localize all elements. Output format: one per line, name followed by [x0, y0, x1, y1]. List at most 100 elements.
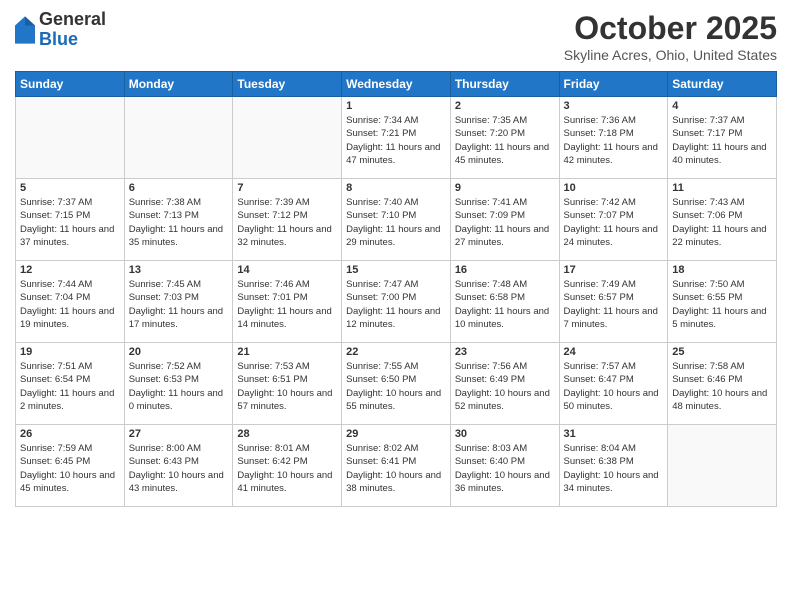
day-info: Sunrise: 7:48 AM Sunset: 6:58 PM Dayligh… [455, 278, 555, 331]
day-cell-2-5: 17Sunrise: 7:49 AM Sunset: 6:57 PM Dayli… [559, 261, 668, 343]
day-cell-2-4: 16 Sunrise: 7:48 AM Sunset: 6:58 PM Dayli… [450, 261, 559, 343]
day-cell-4-4: 30 Sunrise: 8:03 AM Sunset: 6:40 PM Dayli… [450, 425, 559, 507]
day-info: Sunrise: 8:03 AM Sunset: 6:40 PM Dayligh… [455, 442, 555, 495]
day-info: Sunrise: 7:38 AM Sunset: 7:13 PM Dayligh… [129, 196, 229, 249]
calendar-header-row: Sunday Monday Tuesday Wednesday Thursday… [16, 72, 777, 97]
day-number: 26 [20, 428, 120, 440]
day-info: Sunrise: 7:53 AM Sunset: 6:51 PM Dayligh… [237, 360, 337, 413]
day-info: Sunrise: 8:01 AM Sunset: 6:42 PM Dayligh… [237, 442, 337, 495]
day-number: 5 [20, 182, 120, 194]
day-number: 21 [237, 346, 337, 358]
calendar-title: October 2025 [564, 10, 777, 47]
day-number: 24 [564, 346, 664, 358]
col-thursday: Thursday [450, 72, 559, 97]
week-row-0: 1 Sunrise: 7:34 AM Sunset: 7:21 PM Daylig… [16, 97, 777, 179]
day-number: 17 [564, 264, 664, 276]
day-cell-3-2: 21 Sunrise: 7:53 AM Sunset: 6:51 PM Dayli… [233, 343, 342, 425]
day-number: 30 [455, 428, 555, 440]
day-number: 12 [20, 264, 120, 276]
day-info: Sunrise: 7:40 AM Sunset: 7:10 PM Dayligh… [346, 196, 446, 249]
week-row-3: 19 Sunrise: 7:51 AM Sunset: 6:54 PM Dayli… [16, 343, 777, 425]
day-number: 13 [129, 264, 229, 276]
day-cell-3-3: 22 Sunrise: 7:55 AM Sunset: 6:50 PM Dayli… [342, 343, 451, 425]
day-cell-2-6: 18 Sunrise: 7:50 AM Sunset: 6:55 PM Dayli… [668, 261, 777, 343]
day-info: Sunrise: 7:58 AM Sunset: 6:46 PM Dayligh… [672, 360, 772, 413]
day-info: Sunrise: 7:37 AM Sunset: 7:17 PM Dayligh… [672, 114, 772, 167]
day-info: Sunrise: 7:52 AM Sunset: 6:53 PM Dayligh… [129, 360, 229, 413]
day-number: 6 [129, 182, 229, 194]
day-cell-3-0: 19 Sunrise: 7:51 AM Sunset: 6:54 PM Dayli… [16, 343, 125, 425]
day-info: Sunrise: 8:00 AM Sunset: 6:43 PM Dayligh… [129, 442, 229, 495]
col-friday: Friday [559, 72, 668, 97]
logo: General Blue [15, 10, 106, 50]
day-cell-1-0: 5 Sunrise: 7:37 AM Sunset: 7:15 PM Daylig… [16, 179, 125, 261]
logo-icon [15, 16, 35, 44]
col-wednesday: Wednesday [342, 72, 451, 97]
day-number: 22 [346, 346, 446, 358]
calendar-table: Sunday Monday Tuesday Wednesday Thursday… [15, 71, 777, 507]
day-cell-3-5: 24 Sunrise: 7:57 AM Sunset: 6:47 PM Dayli… [559, 343, 668, 425]
day-info: Sunrise: 7:55 AM Sunset: 6:50 PM Dayligh… [346, 360, 446, 413]
day-info: Sunrise: 8:04 AM Sunset: 6:38 PM Dayligh… [564, 442, 664, 495]
logo-text: General Blue [39, 10, 106, 50]
col-saturday: Saturday [668, 72, 777, 97]
day-info: Sunrise: 7:34 AM Sunset: 7:21 PM Dayligh… [346, 114, 446, 167]
day-number: 19 [20, 346, 120, 358]
day-cell-2-1: 13Sunrise: 7:45 AM Sunset: 7:03 PM Dayli… [124, 261, 233, 343]
day-number: 2 [455, 100, 555, 112]
day-info: Sunrise: 7:59 AM Sunset: 6:45 PM Dayligh… [20, 442, 120, 495]
col-monday: Monday [124, 72, 233, 97]
title-block: October 2025 Skyline Acres, Ohio, United… [564, 10, 777, 63]
day-cell-0-4: 2 Sunrise: 7:35 AM Sunset: 7:20 PM Daylig… [450, 97, 559, 179]
day-info: Sunrise: 7:56 AM Sunset: 6:49 PM Dayligh… [455, 360, 555, 413]
day-cell-1-3: 8Sunrise: 7:40 AM Sunset: 7:10 PM Daylig… [342, 179, 451, 261]
day-cell-2-0: 12Sunrise: 7:44 AM Sunset: 7:04 PM Dayli… [16, 261, 125, 343]
day-cell-0-5: 3 Sunrise: 7:36 AM Sunset: 7:18 PM Daylig… [559, 97, 668, 179]
day-number: 25 [672, 346, 772, 358]
day-cell-0-1 [124, 97, 233, 179]
day-info: Sunrise: 7:36 AM Sunset: 7:18 PM Dayligh… [564, 114, 664, 167]
col-tuesday: Tuesday [233, 72, 342, 97]
day-info: Sunrise: 7:46 AM Sunset: 7:01 PM Dayligh… [237, 278, 337, 331]
day-number: 15 [346, 264, 446, 276]
day-cell-4-3: 29Sunrise: 8:02 AM Sunset: 6:41 PM Dayli… [342, 425, 451, 507]
day-number: 28 [237, 428, 337, 440]
day-cell-0-3: 1 Sunrise: 7:34 AM Sunset: 7:21 PM Daylig… [342, 97, 451, 179]
day-number: 23 [455, 346, 555, 358]
col-sunday: Sunday [16, 72, 125, 97]
day-number: 7 [237, 182, 337, 194]
week-row-1: 5 Sunrise: 7:37 AM Sunset: 7:15 PM Daylig… [16, 179, 777, 261]
header: General Blue October 2025 Skyline Acres,… [15, 10, 777, 63]
day-cell-4-0: 26 Sunrise: 7:59 AM Sunset: 6:45 PM Dayli… [16, 425, 125, 507]
day-info: Sunrise: 7:50 AM Sunset: 6:55 PM Dayligh… [672, 278, 772, 331]
day-cell-4-1: 27Sunrise: 8:00 AM Sunset: 6:43 PM Dayli… [124, 425, 233, 507]
day-cell-1-5: 10Sunrise: 7:42 AM Sunset: 7:07 PM Dayli… [559, 179, 668, 261]
logo-blue-text: Blue [39, 30, 106, 50]
day-number: 3 [564, 100, 664, 112]
day-cell-4-5: 31 Sunrise: 8:04 AM Sunset: 6:38 PM Dayli… [559, 425, 668, 507]
day-info: Sunrise: 7:51 AM Sunset: 6:54 PM Dayligh… [20, 360, 120, 413]
day-number: 9 [455, 182, 555, 194]
day-number: 1 [346, 100, 446, 112]
day-number: 11 [672, 182, 772, 194]
day-cell-1-4: 9 Sunrise: 7:41 AM Sunset: 7:09 PM Daylig… [450, 179, 559, 261]
day-info: Sunrise: 7:43 AM Sunset: 7:06 PM Dayligh… [672, 196, 772, 249]
day-cell-3-4: 23 Sunrise: 7:56 AM Sunset: 6:49 PM Dayli… [450, 343, 559, 425]
day-number: 18 [672, 264, 772, 276]
day-info: Sunrise: 7:57 AM Sunset: 6:47 PM Dayligh… [564, 360, 664, 413]
day-number: 14 [237, 264, 337, 276]
day-cell-1-1: 6 Sunrise: 7:38 AM Sunset: 7:13 PM Daylig… [124, 179, 233, 261]
day-info: Sunrise: 7:39 AM Sunset: 7:12 PM Dayligh… [237, 196, 337, 249]
day-number: 31 [564, 428, 664, 440]
day-cell-2-2: 14 Sunrise: 7:46 AM Sunset: 7:01 PM Dayli… [233, 261, 342, 343]
week-row-4: 26 Sunrise: 7:59 AM Sunset: 6:45 PM Dayli… [16, 425, 777, 507]
week-row-2: 12Sunrise: 7:44 AM Sunset: 7:04 PM Dayli… [16, 261, 777, 343]
day-info: Sunrise: 7:37 AM Sunset: 7:15 PM Dayligh… [20, 196, 120, 249]
day-info: Sunrise: 7:41 AM Sunset: 7:09 PM Dayligh… [455, 196, 555, 249]
day-cell-2-3: 15Sunrise: 7:47 AM Sunset: 7:00 PM Dayli… [342, 261, 451, 343]
day-number: 10 [564, 182, 664, 194]
day-info: Sunrise: 7:35 AM Sunset: 7:20 PM Dayligh… [455, 114, 555, 167]
day-cell-3-1: 20Sunrise: 7:52 AM Sunset: 6:53 PM Dayli… [124, 343, 233, 425]
day-number: 16 [455, 264, 555, 276]
day-cell-0-0 [16, 97, 125, 179]
